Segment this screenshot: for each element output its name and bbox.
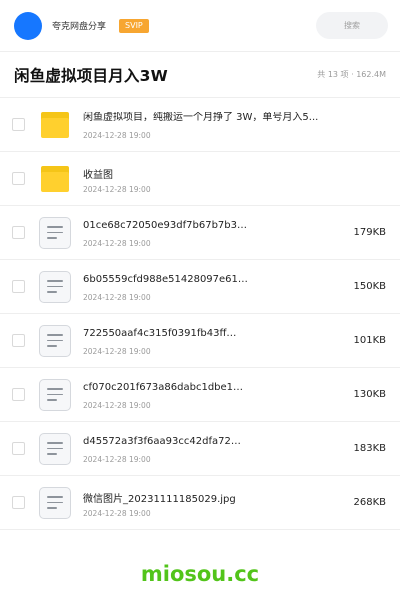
share-meta: 共 13 项 · 162.4M — [317, 70, 386, 79]
file-date: 2024-12-28 19:00 — [83, 292, 151, 302]
row-checkbox[interactable] — [12, 442, 25, 455]
file-date: 2024-12-28 19:00 — [83, 508, 151, 518]
folder-icon — [39, 163, 71, 195]
row-checkbox[interactable] — [12, 496, 25, 509]
file-date: 2024-12-28 19:00 — [83, 238, 151, 248]
file-row[interactable]: 722550aaf4c315f0391fb43ff… 2024-12-28 19… — [0, 314, 400, 368]
folder-icon — [39, 109, 71, 141]
file-name[interactable]: 722550aaf4c315f0391fb43ff… — [83, 328, 236, 339]
file-info: cf070c201f673a86dabc1dbe1… 2024-12-28 19… — [83, 368, 353, 422]
search-input[interactable] — [316, 12, 388, 39]
file-name[interactable]: 收益图 — [83, 166, 113, 181]
user-avatar[interactable] — [14, 11, 42, 40]
file-list: 闲鱼虚拟项目，纯搬运一个月挣了 3W，单号月入5... 2024-12-28 1… — [0, 98, 400, 530]
file-row[interactable]: 微信图片_20231111185029.jpg 2024-12-28 19:00… — [0, 476, 400, 530]
image-file-icon — [39, 486, 71, 519]
file-name[interactable]: d45572a3f3f6aa93cc42dfa72… — [83, 436, 241, 447]
file-name[interactable]: cf070c201f673a86dabc1dbe1… — [83, 382, 243, 393]
file-name[interactable]: 微信图片_20231111185029.jpg — [83, 490, 236, 505]
file-name[interactable]: 01ce68c72050e93df7b67b7b3… — [83, 220, 247, 231]
file-info: 01ce68c72050e93df7b67b7b3… 2024-12-28 19… — [83, 206, 353, 260]
user-name: 夸克网盘分享 — [52, 22, 107, 32]
file-row[interactable]: 01ce68c72050e93df7b67b7b3… 2024-12-28 19… — [0, 206, 400, 260]
file-info: 6b05559cfd988e51428097e61… 2024-12-28 19… — [83, 260, 353, 314]
file-info: 收益图 2024-12-28 19:00 — [83, 152, 386, 206]
page-title: 闲鱼虚拟项目月入3W — [14, 66, 168, 85]
file-size: 179KB — [353, 227, 386, 238]
row-checkbox[interactable] — [12, 226, 25, 239]
file-info: d45572a3f3f6aa93cc42dfa72… 2024-12-28 19… — [83, 422, 353, 476]
file-size: 183KB — [353, 443, 386, 454]
file-row[interactable]: d45572a3f3f6aa93cc42dfa72… 2024-12-28 19… — [0, 422, 400, 476]
file-date: 2024-12-28 19:00 — [83, 346, 151, 356]
file-date: 2024-12-28 19:00 — [83, 400, 151, 410]
file-size: 150KB — [353, 281, 386, 292]
share-title-bar: 闲鱼虚拟项目月入3W 共 13 项 · 162.4M — [0, 52, 400, 98]
row-checkbox[interactable] — [12, 280, 25, 293]
document-icon — [39, 324, 71, 357]
document-icon — [39, 216, 71, 249]
file-info: 722550aaf4c315f0391fb43ff… 2024-12-28 19… — [83, 314, 353, 368]
file-date: 2024-12-28 19:00 — [83, 130, 151, 140]
svip-badge: SVIP — [119, 18, 149, 33]
row-checkbox[interactable] — [12, 388, 25, 401]
site-watermark: miosou.cc — [140, 562, 260, 586]
file-name[interactable]: 6b05559cfd988e51428097e61… — [83, 274, 248, 285]
row-checkbox[interactable] — [12, 172, 25, 185]
row-checkbox[interactable] — [12, 118, 25, 131]
file-date: 2024-12-28 19:00 — [83, 454, 151, 464]
file-date: 2024-12-28 19:00 — [83, 184, 151, 194]
document-icon — [39, 432, 71, 465]
file-size: 101KB — [353, 335, 386, 346]
row-checkbox[interactable] — [12, 334, 25, 347]
file-row[interactable]: 闲鱼虚拟项目，纯搬运一个月挣了 3W，单号月入5... 2024-12-28 1… — [0, 98, 400, 152]
top-header: 夸克网盘分享 SVIP — [0, 0, 400, 52]
file-row[interactable]: cf070c201f673a86dabc1dbe1… 2024-12-28 19… — [0, 368, 400, 422]
file-size: 268KB — [353, 497, 386, 508]
file-info: 微信图片_20231111185029.jpg 2024-12-28 19:00 — [83, 476, 353, 530]
document-icon — [39, 270, 71, 303]
file-row[interactable]: 6b05559cfd988e51428097e61… 2024-12-28 19… — [0, 260, 400, 314]
file-row[interactable]: 收益图 2024-12-28 19:00 — [0, 152, 400, 206]
file-info: 闲鱼虚拟项目，纯搬运一个月挣了 3W，单号月入5... 2024-12-28 1… — [83, 98, 386, 152]
file-size: 130KB — [353, 389, 386, 400]
document-icon — [39, 378, 71, 411]
